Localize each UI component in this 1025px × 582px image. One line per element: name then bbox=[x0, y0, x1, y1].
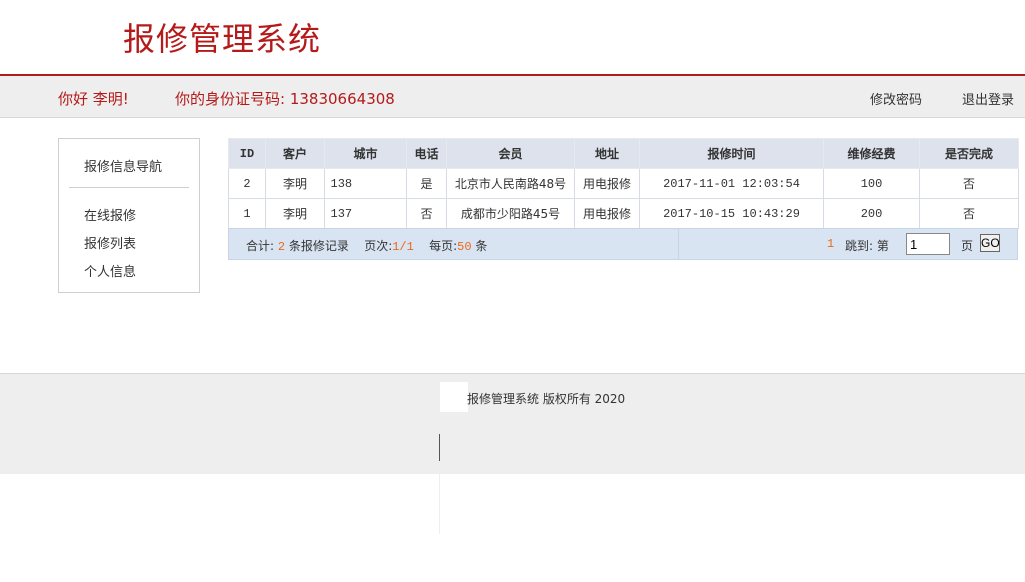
current-page-link[interactable]: 1 bbox=[827, 237, 834, 251]
cell-city: 138 bbox=[324, 168, 407, 199]
records-table: ID 客户 城市 电话 会员 地址 报修时间 维修经费 是否完成 2 李明 13… bbox=[228, 138, 1019, 229]
change-password-link[interactable]: 修改密码 bbox=[870, 89, 922, 108]
footer-blank-box bbox=[440, 382, 468, 412]
cell-city: 137 bbox=[324, 198, 407, 229]
cell-phone: 否 bbox=[406, 198, 447, 229]
app-title: 报修管理系统 bbox=[123, 20, 322, 58]
sidebar-item-personal-info[interactable]: 个人信息 bbox=[84, 261, 136, 280]
sidebar-title: 报修信息导航 bbox=[84, 160, 163, 175]
pages-value: 1/1 bbox=[392, 240, 414, 254]
text-cursor bbox=[439, 434, 440, 461]
cell-id: 1 bbox=[228, 198, 266, 229]
per-page-value: 50 bbox=[457, 240, 472, 254]
cell-repair-time: 2017-11-01 12:03:54 bbox=[639, 168, 824, 199]
cell-cost: 100 bbox=[823, 168, 920, 199]
logout-link[interactable]: 退出登录 bbox=[962, 89, 1014, 108]
footer: 报修管理系统 版权所有 2020 bbox=[0, 373, 1025, 474]
column-header-address: 地址 bbox=[574, 138, 640, 169]
column-header-member: 会员 bbox=[446, 138, 575, 169]
pagination-bar: 合计: 2 条报修记录 页次:1/1 每页:50 条 1 跳到: 第 页 GO bbox=[228, 228, 1018, 260]
per-page-label: 每页: bbox=[429, 239, 458, 253]
total-count: 2 bbox=[277, 240, 286, 254]
column-header-phone: 电话 bbox=[406, 138, 447, 169]
cell-city-masked-value: 137 bbox=[330, 206, 353, 221]
header: 报修管理系统 bbox=[0, 0, 1025, 76]
pages-label: 页次: bbox=[364, 239, 393, 253]
sidebar: 报修信息导航 在线报修 报修列表 个人信息 bbox=[58, 138, 200, 293]
cell-member: 成都市少阳路45号 bbox=[446, 198, 575, 229]
cell-customer: 李明 bbox=[265, 198, 325, 229]
idcard-value: 13830664308 bbox=[289, 90, 395, 108]
idcard-label: 你的身份证号码: bbox=[175, 90, 286, 108]
cell-cost: 200 bbox=[823, 198, 920, 229]
idcard-info: 你的身份证号码: 13830664308 bbox=[175, 88, 395, 109]
column-header-completed: 是否完成 bbox=[919, 138, 1019, 169]
cell-address: 用电报修 bbox=[574, 168, 640, 199]
table-row[interactable]: 1 李明 137 否 成都市少阳路45号 用电报修 2017-10-15 10:… bbox=[228, 198, 1019, 229]
column-header-customer: 客户 bbox=[265, 138, 325, 169]
column-header-repair-time: 报修时间 bbox=[639, 138, 824, 169]
user-bar: 你好 李明! 你的身份证号码: 13830664308 修改密码 退出登录 bbox=[0, 76, 1025, 118]
total-label: 合计: bbox=[246, 239, 275, 253]
greeting-text: 你好 李明! bbox=[58, 90, 129, 108]
cell-repair-time: 2017-10-15 10:43:29 bbox=[639, 198, 824, 229]
cell-phone: 是 bbox=[406, 168, 447, 199]
cell-completed: 否 bbox=[919, 198, 1019, 229]
sidebar-divider bbox=[69, 187, 189, 188]
pagination-divider bbox=[678, 229, 679, 259]
bottom-guide-line bbox=[439, 474, 440, 534]
per-page-unit: 条 bbox=[475, 239, 488, 253]
pagination-summary: 合计: 2 条报修记录 页次:1/1 每页:50 条 bbox=[246, 237, 487, 254]
records-table-container: ID 客户 城市 电话 会员 地址 报修时间 维修经费 是否完成 2 李明 13… bbox=[228, 138, 1019, 229]
table-header-row: ID 客户 城市 电话 会员 地址 报修时间 维修经费 是否完成 bbox=[228, 138, 1019, 169]
cell-id: 2 bbox=[228, 168, 266, 199]
cell-customer: 李明 bbox=[265, 168, 325, 199]
cell-completed: 否 bbox=[919, 168, 1019, 199]
cell-city-masked-value: 138 bbox=[330, 176, 353, 191]
sidebar-item-repair-list[interactable]: 报修列表 bbox=[84, 233, 136, 252]
go-button[interactable]: GO bbox=[980, 234, 1000, 252]
column-header-cost: 维修经费 bbox=[823, 138, 920, 169]
column-header-city: 城市 bbox=[324, 138, 407, 169]
column-header-id: ID bbox=[228, 138, 266, 169]
page-unit-label: 页 bbox=[961, 239, 974, 253]
jump-page-input[interactable] bbox=[906, 233, 950, 255]
total-unit: 条报修记录 bbox=[288, 239, 349, 253]
footer-copyright: 报修管理系统 版权所有 2020 bbox=[467, 392, 626, 406]
sidebar-item-online-repair[interactable]: 在线报修 bbox=[84, 205, 136, 224]
table-row[interactable]: 2 李明 138 是 北京市人民南路48号 用电报修 2017-11-01 12… bbox=[228, 168, 1019, 199]
cell-address: 用电报修 bbox=[574, 198, 640, 229]
jump-label: 跳到: 第 bbox=[845, 239, 889, 253]
cell-member: 北京市人民南路48号 bbox=[446, 168, 575, 199]
